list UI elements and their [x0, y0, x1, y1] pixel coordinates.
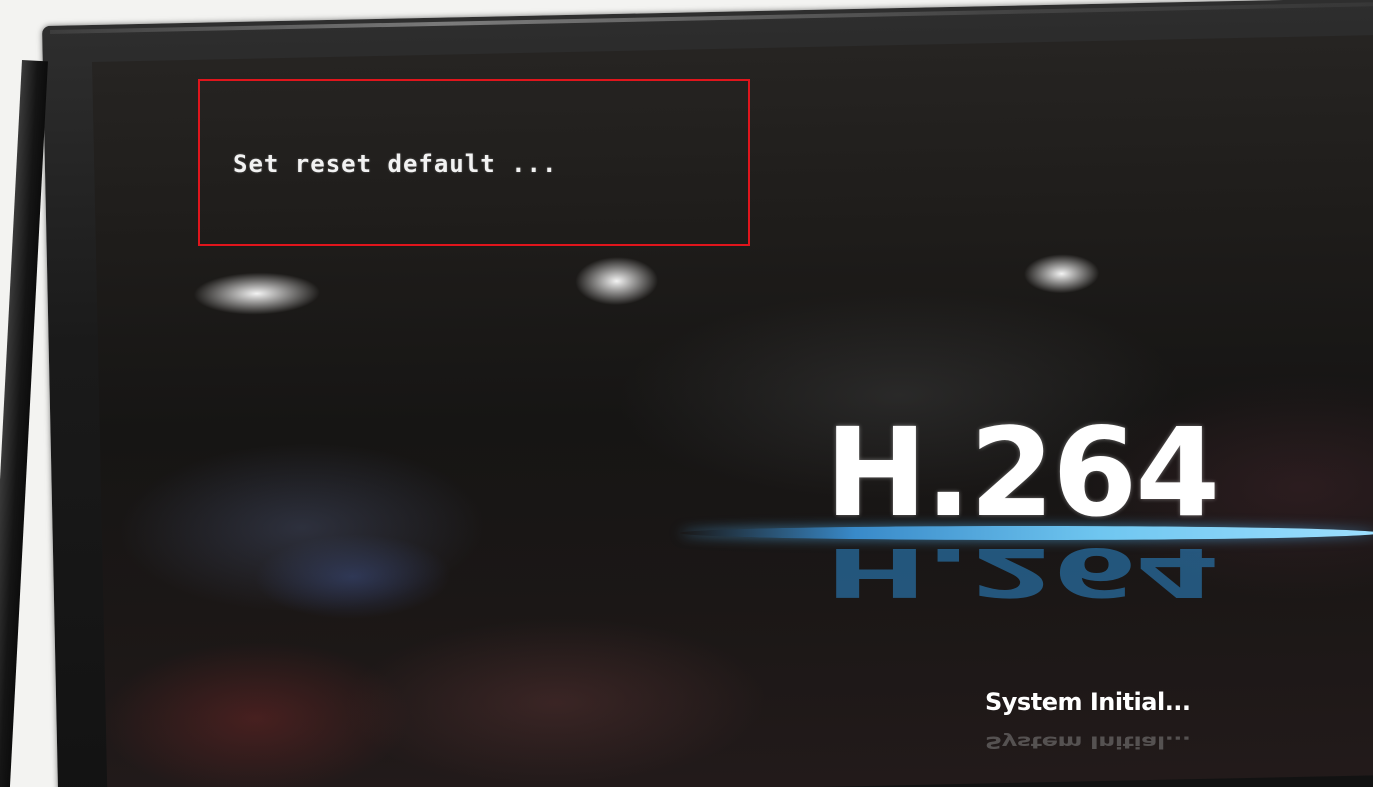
- logo-reflection: H.264: [825, 533, 1219, 612]
- photo-scene: Set reset default ... H.264 H.264 System…: [0, 0, 1373, 787]
- bezel-left-edge: [0, 60, 48, 787]
- reset-message: Set reset default ...: [233, 150, 558, 178]
- logo-text: H.264: [825, 402, 1220, 544]
- status-reflection: System Initial...: [985, 732, 1191, 752]
- h264-logo: H.264 H.264: [680, 408, 1373, 628]
- status-text: System Initial...: [985, 688, 1191, 716]
